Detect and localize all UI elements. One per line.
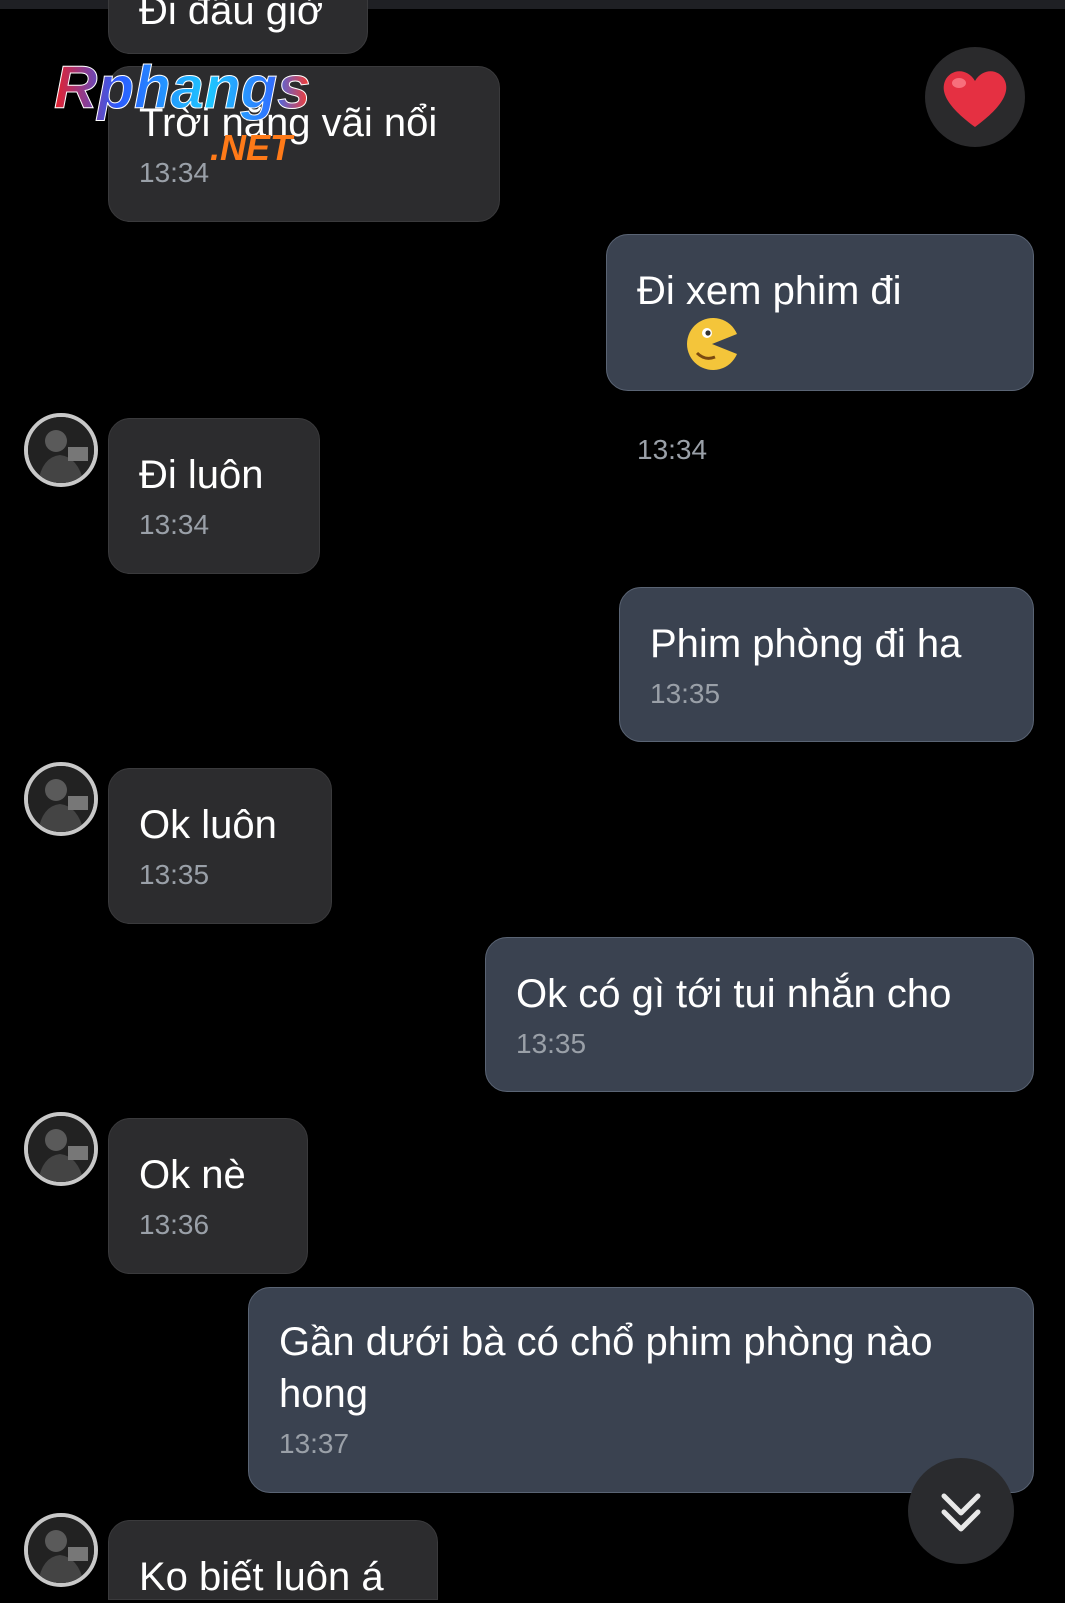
message-bubble-received[interactable]: Đi luôn 13:34: [108, 418, 320, 574]
message-text: Phim phòng đi ha: [650, 622, 962, 666]
double-chevron-down-icon: [941, 1493, 981, 1532]
contact-avatar[interactable]: [24, 1112, 98, 1186]
heart-reaction-button[interactable]: [925, 47, 1025, 147]
message-time: 13:35: [516, 1028, 587, 1059]
message-time: 13:34: [637, 434, 708, 465]
message-text: Gần dưới bà có chổ phim phòng nào hong: [279, 1320, 933, 1416]
message-text: Ok có gì tới tui nhắn cho: [516, 972, 952, 1016]
heart-reaction-icon: [943, 71, 1007, 127]
watermark-text: Rphangs: [54, 56, 311, 121]
message-text: Ok nè: [139, 1153, 246, 1197]
message-text: Đi đâu giờ: [139, 0, 324, 33]
message-text: Đi luôn: [139, 453, 264, 497]
watermark-logo: Rphangs .NET: [54, 56, 312, 168]
contact-avatar[interactable]: [24, 1513, 98, 1587]
watermark-subtext: .NET: [210, 127, 295, 168]
message-bubble-sent[interactable]: Đi xem phim đi 13:34: [606, 234, 1034, 465]
message-time: 13:36: [139, 1209, 210, 1240]
pacman-smile-emoji: [687, 318, 738, 370]
contact-avatar[interactable]: [24, 762, 98, 836]
message-text: Ko biết luôn á: [139, 1555, 384, 1599]
message-text: Đi xem phim đi: [637, 265, 1003, 426]
message-time: 13:37: [279, 1428, 350, 1459]
message-time: 13:35: [139, 859, 210, 890]
message-bubble-received[interactable]: Ok luôn 13:35: [108, 768, 332, 924]
message-text: Ok luôn: [139, 803, 277, 847]
message-bubble-sent[interactable]: Ok có gì tới tui nhắn cho 13:35: [485, 937, 1034, 1092]
message-bubble-received[interactable]: Ok nè 13:36: [108, 1118, 308, 1274]
message-time: 13:35: [650, 678, 721, 709]
message-bubble-sent[interactable]: Phim phòng đi ha 13:35: [619, 587, 1034, 742]
message-bubble-received[interactable]: Ko biết luôn á: [108, 1520, 438, 1600]
message-time: 13:34: [139, 509, 210, 540]
scroll-to-bottom-button[interactable]: [908, 1458, 1014, 1564]
contact-avatar[interactable]: [24, 413, 98, 487]
message-bubble-received[interactable]: Đi đâu giờ: [108, 0, 368, 54]
